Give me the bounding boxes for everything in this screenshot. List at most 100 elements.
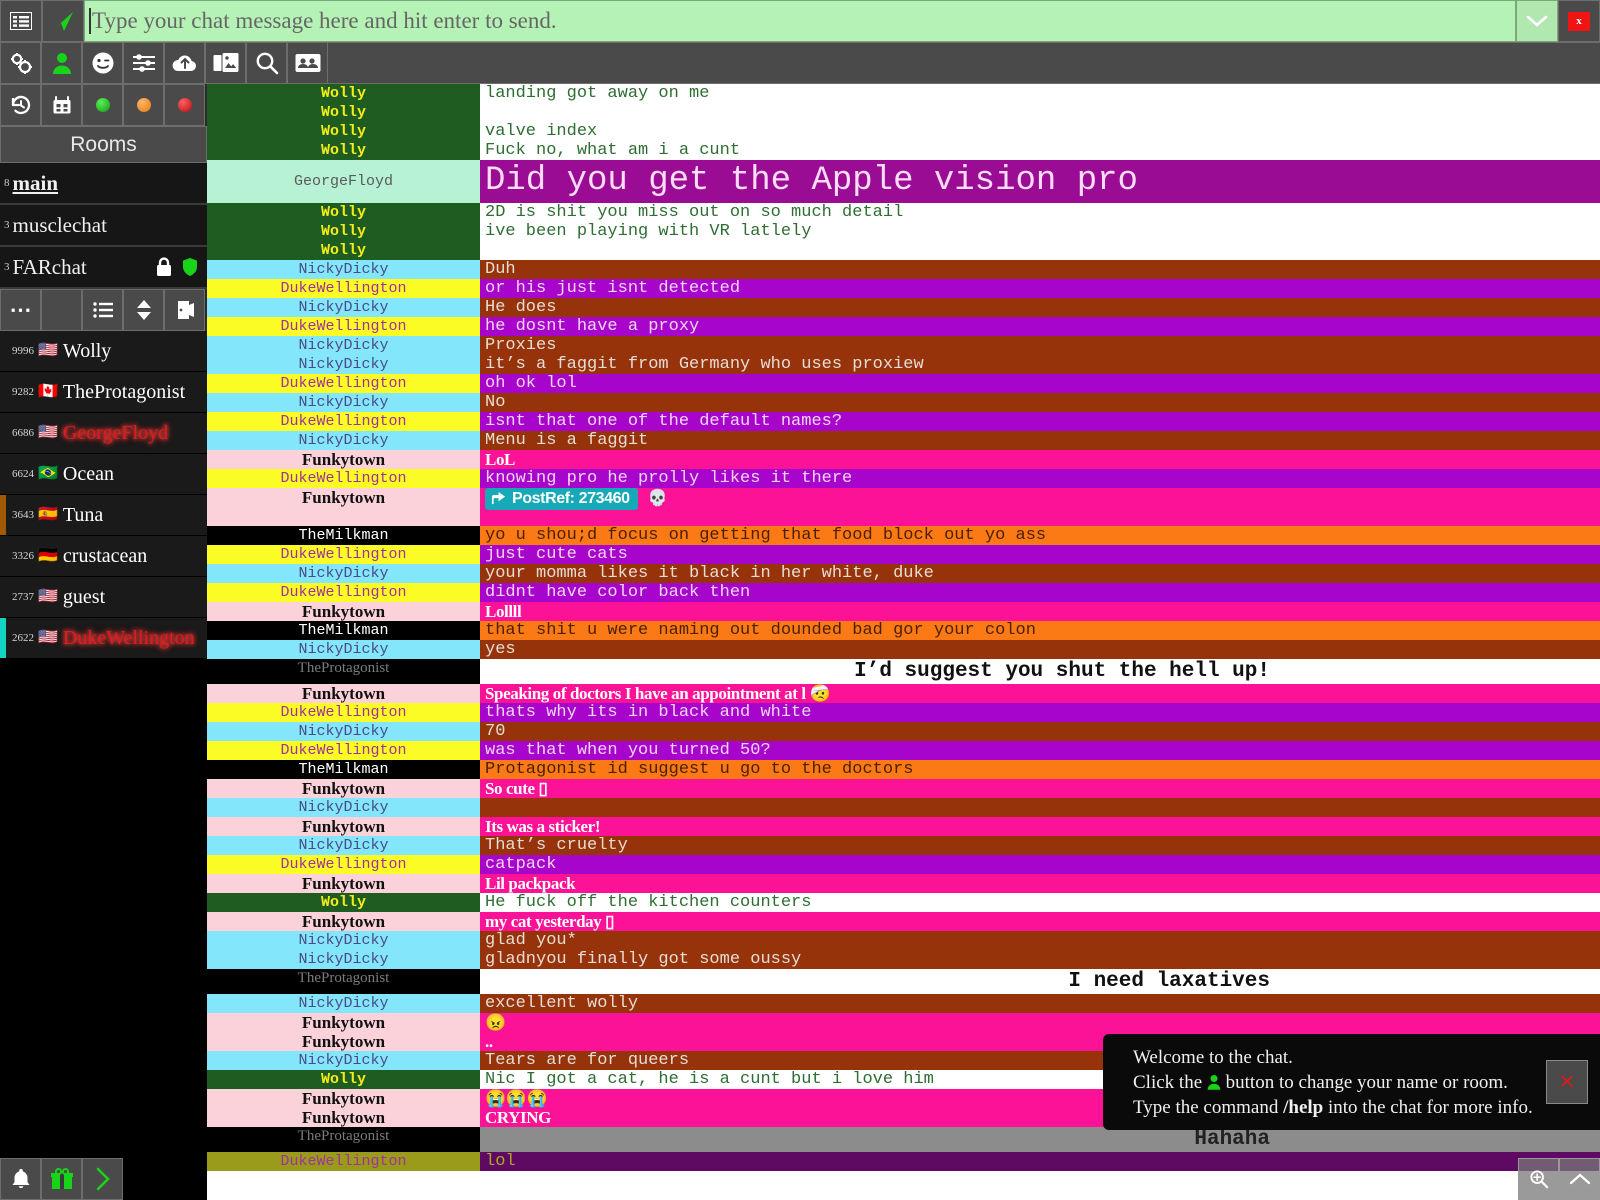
chat-row[interactable]: Funkytown PostRef: 273460 💀	[207, 488, 1600, 526]
message-author[interactable]: NickyDicky	[207, 260, 480, 279]
user-item-GeorgeFloyd[interactable]: 6686 🇺🇸 GeorgeFloyd	[0, 413, 207, 454]
message-author[interactable]: NickyDicky	[207, 564, 480, 583]
message-author[interactable]: Wolly	[207, 203, 480, 222]
message-author[interactable]: NickyDicky	[207, 355, 480, 374]
message-author[interactable]: DukeWellington	[207, 703, 480, 722]
chat-row[interactable]: Funkytown Lil packpack	[207, 874, 1600, 893]
user-item-Wolly[interactable]: 9996 🇺🇸 Wolly	[0, 331, 207, 372]
message-author[interactable]: Wolly	[207, 122, 480, 141]
chat-row[interactable]: DukeWellington didnt have color back then	[207, 583, 1600, 602]
room-item-FARchat[interactable]: 3 FARchat	[0, 247, 207, 289]
message-author[interactable]: Funkytown	[207, 1089, 480, 1108]
chat-row[interactable]: DukeWellington just cute cats	[207, 545, 1600, 564]
message-author[interactable]: DukeWellington	[207, 583, 480, 602]
search-icon[interactable]	[246, 42, 287, 84]
chat-row[interactable]: DukeWellington he dosnt have a proxy	[207, 317, 1600, 336]
chat-row[interactable]: Wolly	[207, 241, 1600, 260]
zoom-in-icon[interactable]	[1518, 1158, 1559, 1200]
chevron-down-icon[interactable]	[1516, 0, 1558, 42]
chat-input[interactable]: Type your chat message here and hit ente…	[84, 0, 1516, 42]
message-author[interactable]: NickyDicky	[207, 336, 480, 355]
chevron-up-icon[interactable]	[1559, 1158, 1600, 1200]
message-author[interactable]: NickyDicky	[207, 798, 480, 817]
message-author[interactable]: NickyDicky	[207, 640, 480, 659]
list-icon[interactable]	[82, 289, 123, 331]
message-author[interactable]: Wolly	[207, 241, 480, 260]
message-author[interactable]: TheProtagonist	[207, 659, 480, 684]
chat-row[interactable]: NickyDicky Menu is a faggit	[207, 431, 1600, 450]
chat-row[interactable]: Funkytown Lollll	[207, 602, 1600, 621]
bell-icon[interactable]	[0, 1158, 41, 1200]
message-author[interactable]: DukeWellington	[207, 412, 480, 431]
message-author[interactable]: TheMilkman	[207, 621, 480, 640]
calendar-icon[interactable]	[41, 84, 82, 126]
message-author[interactable]: DukeWellington	[207, 741, 480, 760]
chat-row[interactable]: DukeWellington or his just isnt detected	[207, 279, 1600, 298]
sliders-icon[interactable]	[123, 42, 164, 84]
chat-row[interactable]: NickyDicky glad you*	[207, 931, 1600, 950]
message-author[interactable]: NickyDicky	[207, 994, 480, 1013]
message-author[interactable]: TheMilkman	[207, 526, 480, 545]
chat-row[interactable]: DukeWellington oh ok lol	[207, 374, 1600, 393]
leave-icon[interactable]	[164, 289, 205, 331]
status-orange-dot[interactable]	[123, 84, 164, 126]
message-author[interactable]: GeorgeFloyd	[207, 160, 480, 203]
chat-row[interactable]: NickyDicky gladnyou finally got some ouss…	[207, 950, 1600, 969]
emoji-icon[interactable]	[82, 42, 123, 84]
room-item-musclechat[interactable]: 3 musclechat	[0, 205, 207, 247]
chat-row[interactable]: NickyDicky yes	[207, 640, 1600, 659]
chat-row[interactable]: NickyDicky	[207, 798, 1600, 817]
chat-row[interactable]: NickyDicky 70	[207, 722, 1600, 741]
chat-row[interactable]: NickyDicky Duh	[207, 260, 1600, 279]
postref-badge[interactable]: PostRef: 273460	[485, 488, 638, 511]
chat-row[interactable]: NickyDicky Proxies	[207, 336, 1600, 355]
more-icon[interactable]: ⋯	[0, 289, 41, 331]
chat-messages[interactable]: Wolly landing got away on me Wolly Wolly val…	[207, 84, 1600, 1200]
message-author[interactable]: Funkytown	[207, 488, 480, 526]
chat-row[interactable]: DukeWellington isnt that one of the defau…	[207, 412, 1600, 431]
message-author[interactable]: NickyDicky	[207, 722, 480, 741]
chat-row[interactable]: TheMilkman yo u shou;d focus on getting t…	[207, 526, 1600, 545]
chat-row[interactable]: Funkytown my cat yesterday ▯	[207, 912, 1600, 931]
user-icon[interactable]	[41, 42, 82, 84]
message-author[interactable]: Funkytown	[207, 817, 480, 836]
message-author[interactable]: NickyDicky	[207, 298, 480, 317]
status-green-dot[interactable]	[82, 84, 123, 126]
upload-icon[interactable]	[164, 42, 205, 84]
message-author[interactable]: Funkytown	[207, 1108, 480, 1127]
room-tool-blank[interactable]	[41, 289, 82, 331]
room-item-main[interactable]: 8 main	[0, 163, 207, 205]
message-author[interactable]: TheMilkman	[207, 760, 480, 779]
chat-row[interactable]: DukeWellington knowing pro he prolly like…	[207, 469, 1600, 488]
chat-row[interactable]: Funkytown 😠	[207, 1013, 1600, 1032]
message-author[interactable]: Wolly	[207, 84, 480, 103]
settings-icon[interactable]	[0, 42, 41, 84]
message-author[interactable]: DukeWellington	[207, 1152, 480, 1171]
message-author[interactable]: Funkytown	[207, 912, 480, 931]
chat-row[interactable]: Wolly Fuck no, what am i a cunt	[207, 141, 1600, 160]
message-author[interactable]: Wolly	[207, 893, 480, 912]
message-author[interactable]: Wolly	[207, 1070, 480, 1089]
chat-row[interactable]: TheProtagonist I’d suggest you shut the h…	[207, 659, 1600, 684]
user-item-Ocean[interactable]: 6624 🇧🇷 Ocean	[0, 454, 207, 495]
chat-row[interactable]: Wolly valve index	[207, 122, 1600, 141]
chevron-right-icon[interactable]	[82, 1158, 123, 1200]
chat-row[interactable]: DukeWellington lol	[207, 1152, 1600, 1171]
chat-row[interactable]: DukeWellington thats why its in black and…	[207, 703, 1600, 722]
message-author[interactable]: DukeWellington	[207, 855, 480, 874]
chat-row[interactable]: TheMilkman that shit u were naming out do…	[207, 621, 1600, 640]
user-item-Tuna[interactable]: 3643 🇪🇸 Tuna	[0, 495, 207, 536]
chat-row[interactable]: NickyDicky your momma likes it black in h…	[207, 564, 1600, 583]
message-author[interactable]: Wolly	[207, 103, 480, 122]
message-author[interactable]: Funkytown	[207, 450, 480, 469]
user-item-TheProtagonist[interactable]: 9282 🇨🇦 TheProtagonist	[0, 372, 207, 413]
chat-row[interactable]: GeorgeFloyd Did you get the Apple vision …	[207, 160, 1600, 203]
message-author[interactable]: Funkytown	[207, 602, 480, 621]
chat-row[interactable]: Funkytown Its was a sticker!	[207, 817, 1600, 836]
chat-row[interactable]: DukeWellington catpack	[207, 855, 1600, 874]
message-author[interactable]: Funkytown	[207, 1032, 480, 1051]
status-red-dot[interactable]	[164, 84, 205, 126]
chat-row[interactable]: NickyDicky it’s a faggit from Germany who…	[207, 355, 1600, 374]
message-author[interactable]: NickyDicky	[207, 836, 480, 855]
chat-row[interactable]: Wolly He fuck off the kitchen counters	[207, 893, 1600, 912]
